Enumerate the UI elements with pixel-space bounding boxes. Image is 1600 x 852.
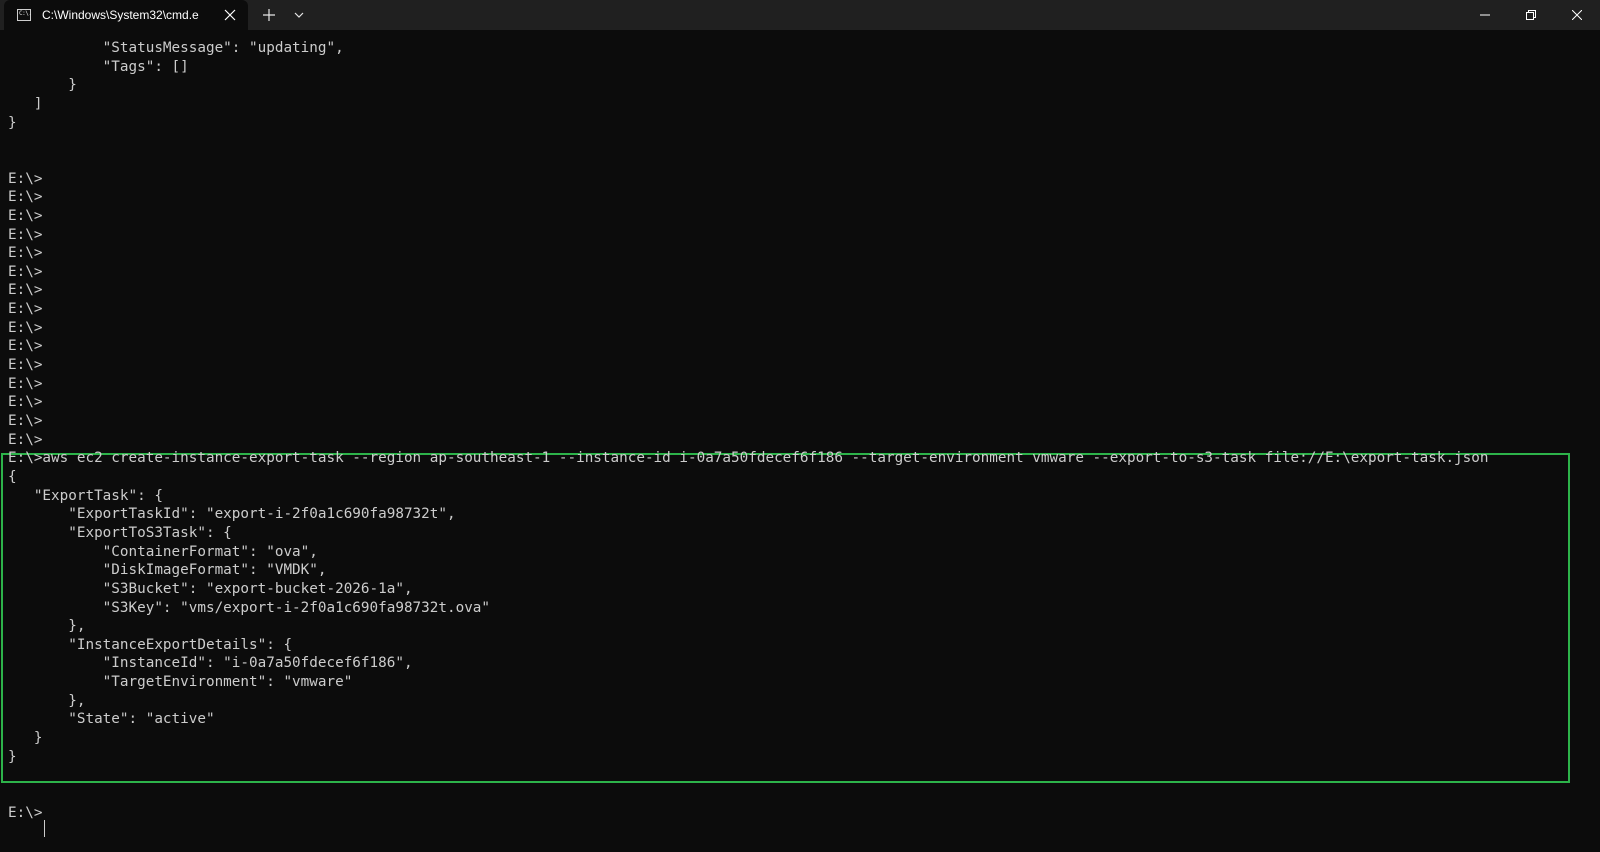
terminal-line: "StatusMessage": "updating", [8, 40, 344, 56]
terminal-line: } [8, 748, 17, 765]
terminal-line: "InstanceId": "i-0a7a50fdecef6f186", [8, 655, 413, 672]
terminal-line: E:\> [8, 413, 43, 429]
terminal-line: E:\> [8, 431, 43, 448]
chevron-down-icon[interactable] [289, 5, 309, 25]
terminal-line: E:\> [8, 804, 43, 821]
terminal-line: E:\> [8, 263, 43, 280]
terminal-line: ] [8, 95, 43, 112]
terminal-line: "InstanceExportDetails": { [8, 636, 293, 653]
terminal-line: E:\> [8, 245, 43, 262]
text-cursor [44, 820, 45, 837]
terminal-line: "ExportToS3Task": { [8, 524, 232, 541]
terminal-line: E:\> [8, 226, 43, 243]
title-bar: C:\. C:\Windows\System32\cmd.e [0, 0, 1600, 30]
restore-icon[interactable] [1508, 0, 1554, 30]
terminal-line: "DiskImageFormat": "VMDK", [8, 562, 327, 579]
terminal-line: }, [8, 618, 86, 635]
terminal-line: E:\> [8, 207, 43, 224]
terminal-line: E:\> [8, 189, 43, 206]
terminal-line: "State": "active" [8, 711, 215, 728]
terminal-line: "Tags": [] [8, 58, 189, 75]
terminal-line: E:\> [8, 394, 43, 411]
terminal-line: E:\> [8, 282, 43, 299]
terminal-line: E:\> [8, 338, 43, 355]
terminal-line: } [8, 77, 77, 94]
cmd-icon: C:\. [17, 9, 32, 21]
terminal-window: C:\. C:\Windows\System32\cmd.e "StatusMe… [0, 0, 1600, 852]
terminal-line: } [8, 730, 43, 747]
terminal-line: "ExportTask": { [8, 487, 163, 504]
terminal-line: "S3Key": "vms/export-i-2f0a1c690fa98732t… [8, 599, 491, 616]
tab-title: C:\Windows\System32\cmd.e [42, 8, 199, 22]
terminal-line: E:\> [8, 375, 43, 392]
terminal-line: E:\> [8, 357, 43, 374]
terminal-line: "TargetEnvironment": "vmware" [8, 674, 353, 691]
terminal-line: E:\>aws ec2 create-instance-export-task … [8, 450, 1489, 467]
terminal-line: } [8, 114, 17, 131]
terminal-line: E:\> [8, 319, 43, 336]
close-window-icon[interactable] [1554, 0, 1600, 30]
terminal-output[interactable]: "StatusMessage": "updating", "Tags": [] … [0, 30, 1600, 852]
terminal-line: "S3Bucket": "export-bucket-2026-1a", [8, 580, 413, 597]
highlight-box [1, 453, 1570, 783]
terminal-line: "ExportTaskId": "export-i-2f0a1c690fa987… [8, 506, 456, 523]
terminal-line: { [8, 468, 17, 485]
cmd-icon-text: C:\. [19, 10, 32, 17]
minimize-icon[interactable] [1462, 0, 1508, 30]
new-tab-icon[interactable] [259, 5, 279, 25]
close-tab-icon[interactable] [220, 5, 240, 25]
terminal-line: "ContainerFormat": "ova", [8, 543, 318, 560]
terminal-line: E:\> [8, 170, 43, 187]
terminal-line: E:\> [8, 301, 43, 318]
tab-cmd[interactable]: C:\. C:\Windows\System32\cmd.e [4, 0, 248, 30]
terminal-line: }, [8, 692, 86, 709]
